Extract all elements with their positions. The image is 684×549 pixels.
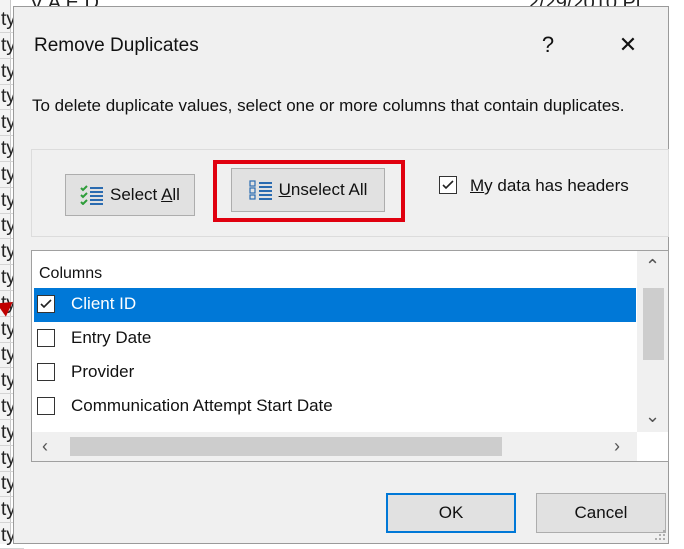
scroll-down-icon[interactable]: ⌄ <box>645 407 660 425</box>
horizontal-scroll-thumb[interactable] <box>70 437 502 456</box>
item-checkbox[interactable] <box>37 397 55 415</box>
columns-header: Columns <box>39 265 103 282</box>
resize-grip-icon[interactable] <box>654 529 666 541</box>
list-item[interactable]: Communication Attempt Start Date <box>34 390 636 424</box>
list-item[interactable]: Provider <box>34 356 636 390</box>
unselect-all-label: Unselect All <box>278 180 368 199</box>
select-all-icon <box>80 185 104 205</box>
scroll-up-icon[interactable]: ⌃ <box>645 257 660 275</box>
dialog-description: To delete duplicate values, select one o… <box>32 96 625 115</box>
unselect-all-button[interactable]: Unselect All <box>231 168 385 212</box>
scroll-left-icon[interactable]: ‹ <box>42 437 48 455</box>
item-label: Provider <box>71 362 135 381</box>
unselect-all-icon <box>248 180 272 200</box>
scroll-right-icon[interactable]: › <box>614 437 620 455</box>
select-all-button[interactable]: Select All <box>65 174 195 216</box>
item-label: Client ID <box>71 294 137 313</box>
item-checkbox[interactable] <box>37 295 55 313</box>
close-button[interactable]: ✕ <box>606 25 650 65</box>
remove-duplicates-dialog: Remove Duplicates ? ✕ To delete duplicat… <box>13 6 669 544</box>
vertical-scrollbar[interactable]: ⌃ ⌄ <box>637 251 668 432</box>
cancel-button[interactable]: Cancel <box>536 493 666 533</box>
ok-button[interactable]: OK <box>386 493 516 533</box>
item-label: Entry Date <box>71 328 152 347</box>
item-label: Communication Attempt Start Date <box>71 396 333 415</box>
dialog-title: Remove Duplicates <box>34 35 199 56</box>
checkmark-icon <box>40 299 52 309</box>
button-toolbar: Select All Unselect All My data has head… <box>31 149 669 237</box>
headers-checkbox[interactable] <box>439 176 457 194</box>
item-checkbox[interactable] <box>37 329 55 347</box>
select-all-label: Select All <box>110 185 180 204</box>
list-item[interactable]: Entry Date <box>34 322 636 356</box>
checkmark-icon <box>442 180 454 190</box>
columns-listbox[interactable]: Columns Client ID Entry Date Provider Co… <box>31 250 669 462</box>
list-item[interactable]: Client ID <box>34 288 636 322</box>
vertical-scroll-thumb[interactable] <box>643 288 664 360</box>
close-icon: ✕ <box>618 32 638 57</box>
item-checkbox[interactable] <box>37 363 55 381</box>
help-button[interactable]: ? <box>526 25 570 65</box>
headers-checkbox-label[interactable]: My data has headers <box>470 176 629 196</box>
horizontal-scrollbar[interactable]: ‹ › <box>32 432 637 461</box>
